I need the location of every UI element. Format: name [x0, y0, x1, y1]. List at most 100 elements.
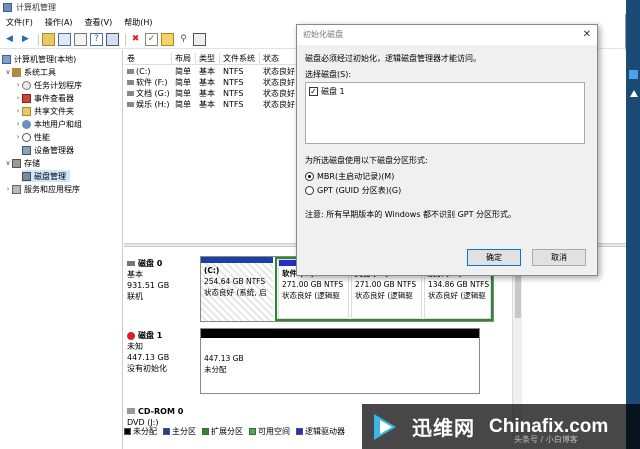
filesystem-cell: NTFS: [223, 89, 244, 98]
legend-swatch-extended: [202, 427, 209, 435]
delete-icon[interactable]: ✖: [129, 33, 142, 46]
disk-icon: [127, 261, 135, 266]
tree-system-tools[interactable]: ∨ 系统工具: [4, 66, 56, 78]
tree-label: 设备管理器: [34, 145, 74, 155]
tree-task-scheduler[interactable]: › 任务计划程序: [14, 79, 82, 91]
up-folder-icon[interactable]: [42, 33, 55, 46]
menu-help[interactable]: 帮助(H): [118, 17, 158, 28]
volume-name-cell: 娱乐 (H:): [124, 99, 172, 110]
help-icon[interactable]: ?: [90, 33, 103, 46]
legend-item: 可用空间: [249, 426, 290, 437]
tools-icon: [12, 67, 21, 77]
cancel-button[interactable]: 取消: [532, 249, 586, 266]
type-cell: 基本: [199, 78, 215, 87]
tree-shared-folders[interactable]: › 共享文件夹: [14, 105, 74, 117]
open-folder-icon[interactable]: [161, 33, 174, 46]
layout-cell: 简单: [175, 78, 191, 87]
properties-icon[interactable]: [74, 33, 87, 46]
tree-label: 事件查看器: [34, 93, 74, 103]
watermark: 迅维网 Chinafix.com 头条号 / 小白博客: [362, 404, 640, 449]
type-cell: 基本: [199, 100, 215, 109]
forward-icon[interactable]: ▶: [19, 33, 32, 46]
search-icon[interactable]: ⚲: [177, 33, 190, 46]
disk-status: 没有初始化: [127, 364, 167, 373]
close-icon[interactable]: ✕: [583, 25, 591, 45]
tree-disk-management[interactable]: 磁盘管理: [22, 170, 70, 182]
unallocated-space[interactable]: 447.13 GB 未分配: [200, 328, 480, 394]
expand-icon[interactable]: ›: [14, 81, 22, 89]
tree-storage[interactable]: ∨ 存储: [4, 157, 40, 169]
legend-item: 扩展分区: [202, 426, 243, 437]
mbr-option[interactable]: MBR(主启动记录)(M): [305, 171, 394, 182]
volume-name-cell: 软件 (F:): [124, 77, 172, 88]
collapse-icon[interactable]: ∨: [4, 68, 12, 76]
show-hide-tree-icon[interactable]: [58, 33, 71, 46]
layout-cell: 简单: [175, 100, 191, 109]
initialize-disk-dialog: 初始化磁盘 ✕ 磁盘必须经过初始化，逻辑磁盘管理器才能访问。 选择磁盘(S): …: [296, 24, 598, 276]
partition-status: 状态良好 (逻辑驱: [428, 291, 486, 300]
watermark-sub: 头条号 / 小白博客: [514, 435, 578, 444]
tree-services-apps[interactable]: › 服务和应用程序: [4, 183, 80, 195]
toolbar-separator: [125, 33, 126, 46]
filesystem-cell: NTFS: [223, 100, 244, 109]
check-icon[interactable]: ✓: [145, 33, 158, 46]
legend-swatch-primary: [163, 427, 170, 435]
column-header-volume[interactable]: 卷: [124, 53, 172, 65]
radio-gpt[interactable]: [305, 186, 314, 195]
storage-icon: [12, 158, 21, 168]
performance-icon: [22, 132, 31, 142]
tree-root[interactable]: 计算机管理(本地): [2, 53, 76, 65]
disk-0-label[interactable]: 磁盘 0 基本 931.51 GB 联机: [127, 258, 197, 302]
screen-icon[interactable]: [106, 33, 119, 46]
shared-folder-icon: [22, 106, 31, 116]
tree-event-viewer[interactable]: › 事件查看器: [14, 92, 74, 104]
expand-icon[interactable]: ›: [14, 94, 22, 102]
legend-swatch-free: [249, 427, 256, 435]
services-icon: [12, 184, 21, 194]
clock-icon: [22, 80, 31, 90]
expand-icon[interactable]: ›: [4, 185, 12, 193]
menu-action[interactable]: 操作(A): [39, 17, 79, 28]
tree-device-manager[interactable]: 设备管理器: [22, 144, 74, 156]
expand-icon[interactable]: ›: [14, 133, 22, 141]
disk-1-label[interactable]: 磁盘 1 未知 447.13 GB 没有初始化: [127, 330, 197, 374]
gpt-option[interactable]: GPT (GUID 分区表)(G): [305, 185, 401, 196]
tree-performance[interactable]: › 性能: [14, 131, 50, 143]
column-header-type[interactable]: 类型: [196, 53, 220, 65]
legend-swatch-unallocated: [124, 427, 131, 435]
partition-c[interactable]: (C:) 254.64 GB NTFS 状态良好 (系统, 启: [201, 257, 273, 321]
checkbox-checked[interactable]: ✓: [309, 87, 318, 96]
menu-file[interactable]: 文件(F): [0, 17, 39, 28]
tree-local-users[interactable]: › 本地用户和组: [14, 118, 82, 130]
title-bar: 计算机管理: [0, 0, 626, 14]
collapse-icon[interactable]: ∨: [4, 159, 12, 167]
menu-view[interactable]: 查看(V): [79, 17, 119, 28]
disk-name: CD-ROM 0: [138, 407, 184, 416]
view-icon[interactable]: [193, 33, 206, 46]
event-viewer-icon: [22, 93, 31, 103]
mbr-label: MBR(主启动记录)(M): [317, 172, 395, 181]
disk-1-checkbox-row[interactable]: ✓ 磁盘 1: [309, 86, 345, 97]
disk-size: 931.51 GB: [127, 281, 170, 290]
legend-item: 未分配: [124, 426, 157, 437]
partition-status: 未分配: [204, 365, 227, 374]
back-icon[interactable]: ◀: [3, 33, 16, 46]
legend-item: 逻辑驱动器: [296, 426, 345, 437]
disk-type: 未知: [127, 342, 143, 351]
column-header-filesystem[interactable]: 文件系统: [220, 53, 260, 65]
layout-cell: 简单: [175, 67, 191, 76]
expand-icon[interactable]: ›: [14, 107, 22, 115]
console-tree: 计算机管理(本地) ∨ 系统工具 › 任务计划程序 › 事件查看器 › 共享文件…: [0, 50, 123, 449]
cursor-icon: [630, 90, 638, 97]
ok-button[interactable]: 确定: [467, 249, 521, 266]
column-header-layout[interactable]: 布局: [172, 53, 196, 65]
cdrom-icon: [127, 408, 135, 414]
radio-mbr[interactable]: [305, 172, 314, 181]
device-manager-icon: [22, 145, 31, 155]
disk-selection-list[interactable]: ✓ 磁盘 1: [305, 82, 585, 144]
expand-icon[interactable]: ›: [14, 120, 22, 128]
dialog-title: 初始化磁盘: [297, 25, 597, 45]
legend-swatch-logical: [296, 427, 303, 435]
disk-type: 基本: [127, 270, 143, 279]
desktop-background: [627, 0, 640, 449]
